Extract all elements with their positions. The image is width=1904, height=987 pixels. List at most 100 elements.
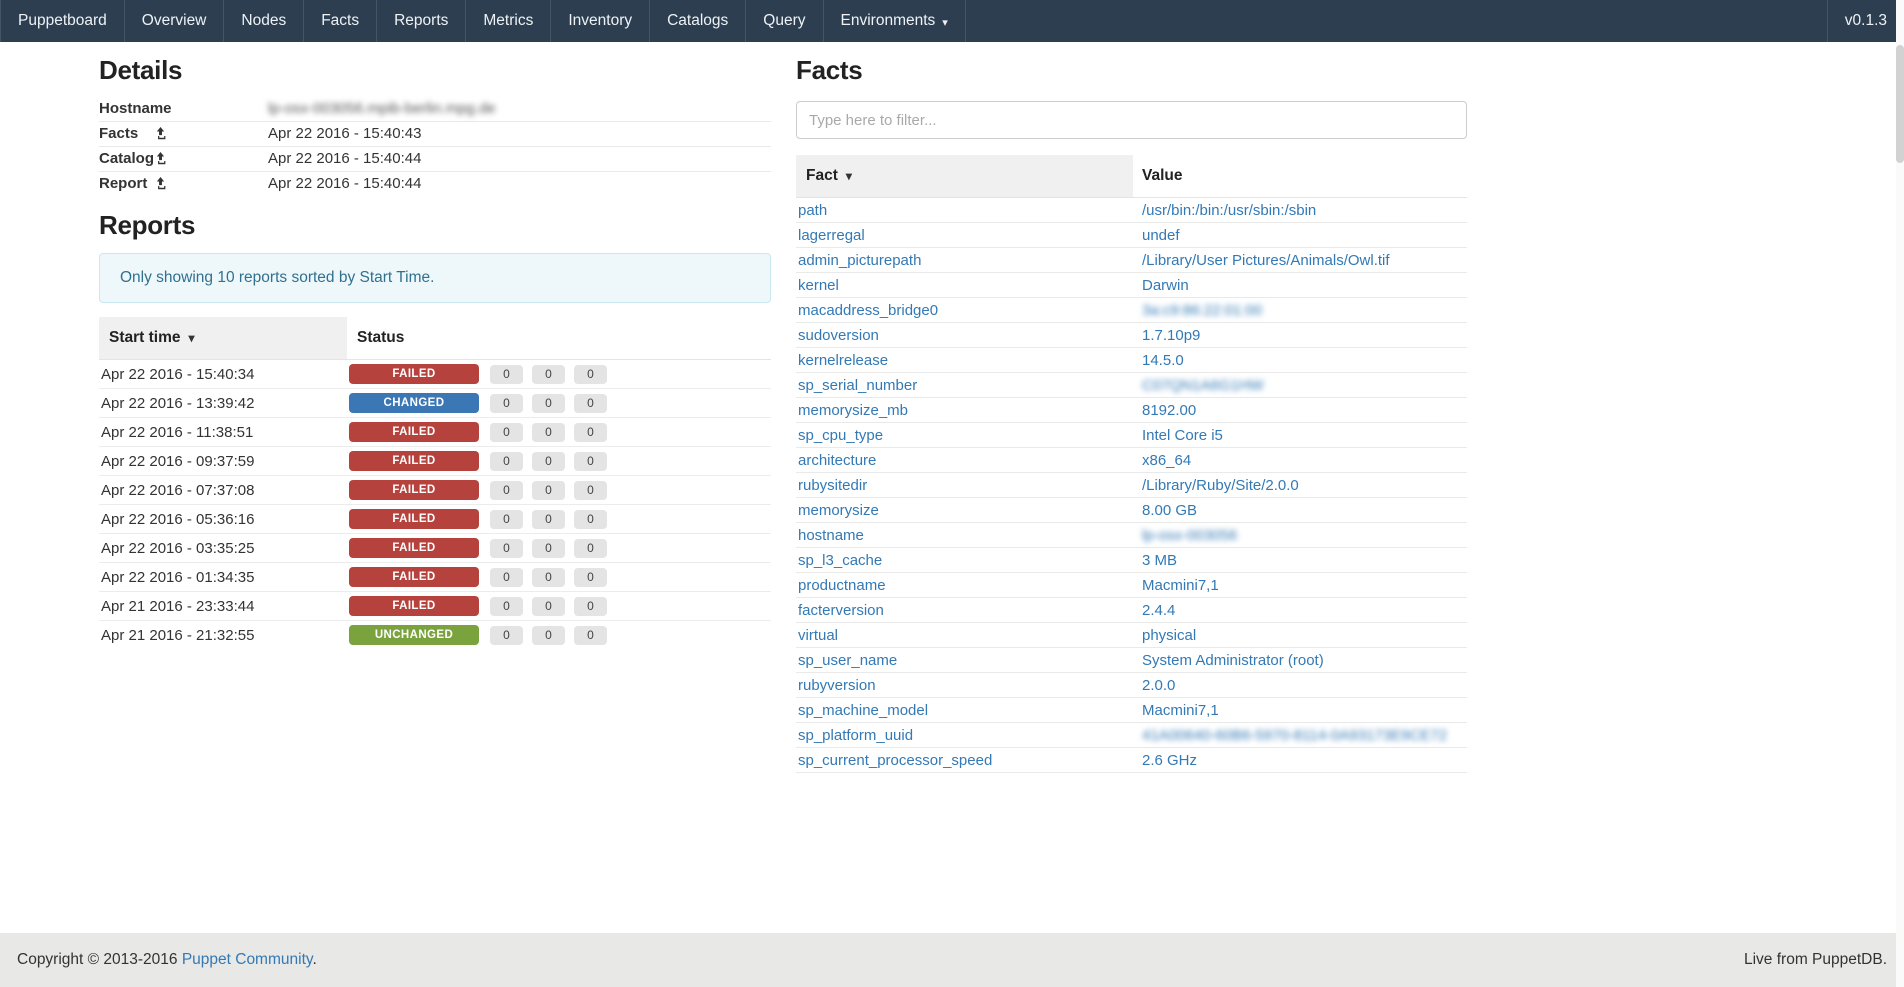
fact-value-link[interactable]: Intel Core i5 — [1142, 427, 1223, 444]
scrollbar[interactable] — [1896, 0, 1904, 987]
fact-row: hostname lp-osx-003056 — [796, 523, 1467, 548]
fact-name-cell: path — [796, 198, 1133, 223]
fact-value-link[interactable]: System Administrator (root) — [1142, 652, 1324, 669]
report-status-cell: FAILED000 — [347, 563, 771, 592]
fact-value-link[interactable]: undef — [1142, 227, 1180, 244]
status-header-label: Status — [357, 329, 404, 346]
fact-name-link[interactable]: virtual — [798, 627, 838, 644]
nav-item-environments[interactable]: Environments ▾ — [823, 0, 966, 42]
nav-item-inventory[interactable]: Inventory — [550, 0, 649, 42]
count-badge: 0 — [490, 626, 523, 645]
count-badge: 0 — [574, 539, 607, 558]
status-badge: FAILED — [349, 480, 479, 500]
nav-item-catalogs[interactable]: Catalogs — [649, 0, 745, 42]
fact-name-link[interactable]: sudoversion — [798, 327, 879, 344]
fact-value-link[interactable]: Macmini7,1 — [1142, 702, 1219, 719]
fact-name-link[interactable]: sp_l3_cache — [798, 552, 882, 569]
fact-name-link[interactable]: sp_user_name — [798, 652, 897, 669]
fact-value-link[interactable]: 8192.00 — [1142, 402, 1196, 419]
fact-name-link[interactable]: sp_cpu_type — [798, 427, 883, 444]
fact-value-link[interactable]: 3a:c9:86:22:01:00 — [1142, 302, 1262, 319]
chevron-down-icon: ▾ — [942, 16, 948, 29]
count-badge: 0 — [490, 539, 523, 558]
fact-name-link[interactable]: hostname — [798, 527, 864, 544]
column-header-fact[interactable]: Fact▾ — [796, 155, 1133, 198]
filter-input[interactable] — [796, 101, 1467, 139]
fact-name-link[interactable]: rubyversion — [798, 677, 876, 694]
fact-name-link[interactable]: memorysize_mb — [798, 402, 908, 419]
fact-name-link[interactable]: sp_machine_model — [798, 702, 928, 719]
report-start-time: Apr 21 2016 - 21:32:55 — [99, 621, 347, 650]
fact-value-link[interactable]: 3 MB — [1142, 552, 1177, 569]
upload-icon — [154, 152, 167, 165]
fact-value-link[interactable]: 14.5.0 — [1142, 352, 1184, 369]
fact-name-cell: hostname — [796, 523, 1133, 548]
fact-row: virtual physical — [796, 623, 1467, 648]
fact-name-link[interactable]: facterversion — [798, 602, 884, 619]
fact-name-link[interactable]: architecture — [798, 452, 876, 469]
fact-row: kernel Darwin — [796, 273, 1467, 298]
report-status-cell: FAILED000 — [347, 592, 771, 621]
fact-name-link[interactable]: lagerregal — [798, 227, 865, 244]
fact-name-link[interactable]: sp_platform_uuid — [798, 727, 913, 744]
reports-table: Start time▾ Status Apr 22 2016 - 15:40:3… — [99, 317, 771, 649]
fact-value-cell: 3a:c9:86:22:01:00 — [1133, 298, 1467, 323]
fact-row: facterversion 2.4.4 — [796, 598, 1467, 623]
scrollbar-thumb[interactable] — [1896, 45, 1904, 163]
nav-item-query[interactable]: Query — [745, 0, 822, 42]
fact-value-link[interactable]: 2.0.0 — [1142, 677, 1175, 694]
nav-item-metrics[interactable]: Metrics — [465, 0, 550, 42]
report-row: Apr 22 2016 - 01:34:35FAILED000 — [99, 563, 771, 592]
fact-name-link[interactable]: admin_picturepath — [798, 252, 921, 269]
upload-icon — [154, 177, 167, 190]
nav-item-reports[interactable]: Reports — [376, 0, 465, 42]
fact-name-link[interactable]: sp_current_processor_speed — [798, 752, 992, 769]
facts-title: Facts — [796, 55, 1467, 86]
fact-name-cell: sp_current_processor_speed — [796, 748, 1133, 773]
fact-name-link[interactable]: memorysize — [798, 502, 879, 519]
fact-value-link[interactable]: 2.4.4 — [1142, 602, 1175, 619]
fact-name-cell: architecture — [796, 448, 1133, 473]
nav-item-overview[interactable]: Overview — [124, 0, 224, 42]
fact-value-link[interactable]: /Library/User Pictures/Animals/Owl.tif — [1142, 252, 1390, 269]
fact-value-link[interactable]: physical — [1142, 627, 1196, 644]
fact-value-link[interactable]: /Library/Ruby/Site/2.0.0 — [1142, 477, 1299, 494]
fact-value-link[interactable]: 1.7.10p9 — [1142, 327, 1200, 344]
navbar-brand[interactable]: Puppetboard — [0, 0, 124, 42]
fact-value-link[interactable]: 2.6 GHz — [1142, 752, 1197, 769]
fact-value-cell: 8192.00 — [1133, 398, 1467, 423]
fact-name-cell: facterversion — [796, 598, 1133, 623]
fact-value-link[interactable]: lp-osx-003056 — [1142, 527, 1237, 544]
column-header-status[interactable]: Status — [347, 317, 771, 360]
fact-value-link[interactable]: x86_64 — [1142, 452, 1191, 469]
fact-value-link[interactable]: /usr/bin:/bin:/usr/sbin:/sbin — [1142, 202, 1316, 219]
nav-item-facts[interactable]: Facts — [303, 0, 376, 42]
copyright-text: Copyright © 2013-2016 — [17, 951, 182, 968]
fact-value-cell: undef — [1133, 223, 1467, 248]
fact-row: macaddress_bridge0 3a:c9:86:22:01:00 — [796, 298, 1467, 323]
fact-name-cell: sudoversion — [796, 323, 1133, 348]
fact-name-cell: sp_platform_uuid — [796, 723, 1133, 748]
column-header-start-time[interactable]: Start time▾ — [99, 317, 347, 360]
fact-name-link[interactable]: kernelrelease — [798, 352, 888, 369]
fact-value-link[interactable]: 41A00640-60B6-5970-8114-0A93173E9CE72 — [1142, 727, 1447, 744]
fact-value-cell: System Administrator (root) — [1133, 648, 1467, 673]
fact-name-link[interactable]: macaddress_bridge0 — [798, 302, 938, 319]
column-header-value[interactable]: Value — [1133, 155, 1467, 198]
fact-name-link[interactable]: productname — [798, 577, 886, 594]
fact-value-link[interactable]: 8.00 GB — [1142, 502, 1197, 519]
count-badge: 0 — [532, 423, 565, 442]
facts-label: Facts — [99, 125, 154, 142]
status-badge: FAILED — [349, 451, 479, 471]
fact-name-link[interactable]: kernel — [798, 277, 839, 294]
fact-name-link[interactable]: rubysitedir — [798, 477, 867, 494]
nav-item-nodes[interactable]: Nodes — [223, 0, 303, 42]
fact-value-link[interactable]: Macmini7,1 — [1142, 577, 1219, 594]
puppet-community-link[interactable]: Puppet Community — [182, 951, 313, 968]
fact-name-cell: sp_serial_number — [796, 373, 1133, 398]
fact-value-link[interactable]: C07QN1A6G1HW — [1142, 377, 1264, 394]
fact-value-link[interactable]: Darwin — [1142, 277, 1189, 294]
fact-name-link[interactable]: path — [798, 202, 827, 219]
fact-value-cell: C07QN1A6G1HW — [1133, 373, 1467, 398]
fact-name-link[interactable]: sp_serial_number — [798, 377, 917, 394]
